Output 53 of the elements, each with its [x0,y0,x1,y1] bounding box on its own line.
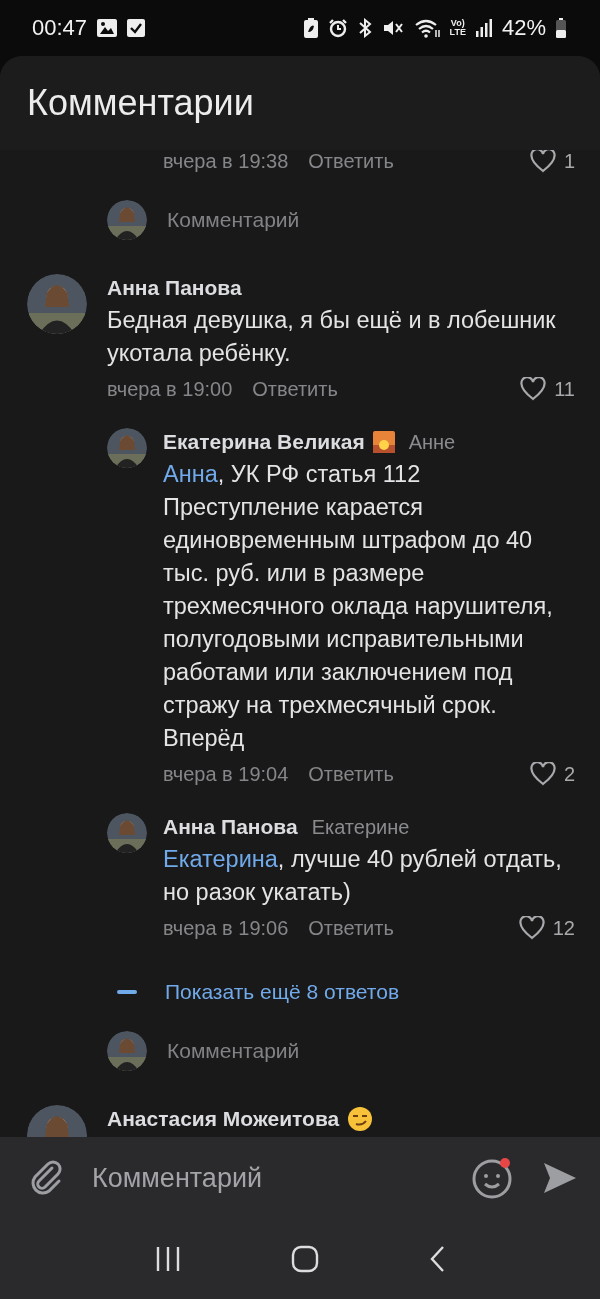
battery-saver-icon [303,18,318,38]
heart-icon[interactable] [529,762,556,786]
comment-field[interactable]: Комментарий [167,1039,300,1063]
volte-label: Vo) [450,19,465,28]
show-more-replies-button[interactable]: Показать ещё 8 ответов [117,975,575,1009]
like-count: 2 [563,762,575,786]
heart-icon[interactable] [529,150,556,173]
author-name[interactable]: Анна Панова [163,815,298,839]
comment-text: Бедная девушка, я бы ещё и в лобешник укотала ребёнку. [107,306,557,368]
wifi-icon [413,18,440,38]
clock: 00:47 [32,15,88,41]
dash-icon [117,990,137,994]
recent-apps-icon[interactable] [155,1246,181,1272]
author-name[interactable]: Анна Панова [107,276,242,300]
mention-link[interactable]: Екатерина [163,846,278,872]
reply-link[interactable]: Ответить [252,377,338,401]
reply-link[interactable]: Ответить [308,762,394,786]
mention-link[interactable]: Анна [163,461,218,487]
heart-icon[interactable] [520,377,547,401]
checkbox-icon [127,19,146,37]
page-title: Комментарии [27,82,254,124]
mute-icon [381,18,404,38]
comment-text: Анна, УК РФ статья 112 Преступление карается единовременным штрафом до 40 тыс. руб. или в размере трехмесячного оклада нарушителя, полугодовыми исправительными работами или заключением под стражу на трехмесячный срок. Вперёд [163,460,554,753]
sunset-icon [372,431,395,453]
comment-time: вчера в 19:00 [107,377,233,401]
smirk-face-icon [347,1106,374,1132]
like-count: 11 [554,377,575,401]
heart-icon[interactable] [518,916,545,940]
reply-addressee: Екатерине [311,815,410,839]
comment-time: вчера в 19:06 [163,916,289,940]
like-count: 12 [552,916,575,940]
image-icon [97,19,118,37]
send-icon[interactable] [542,1161,578,1195]
comment-text: Екатерина, лучше 40 рублей отдать, но разок укатать) [163,845,563,907]
emoji-icon[interactable] [472,1157,514,1199]
alarm-icon [327,18,348,38]
home-icon[interactable] [291,1245,319,1273]
comment-time: вчера в 19:04 [163,762,289,786]
lte-label: LTE [449,28,466,37]
battery-icon [556,18,566,38]
bluetooth-icon [357,18,372,38]
reply-link[interactable]: Ответить [308,916,394,940]
author-name[interactable]: Анастасия Можеитова [107,1107,340,1131]
author-name[interactable]: Екатерина Великая [163,430,365,454]
battery-percent: 42% [501,15,546,41]
comment-field[interactable]: Комментарий [167,208,300,232]
like-count: 1 [563,150,575,173]
comment-time: вчера в 19:38 [163,150,289,173]
reply-link[interactable]: Ответить [308,150,394,173]
back-icon[interactable] [429,1245,445,1273]
paperclip-icon[interactable] [30,1160,64,1196]
reply-addressee: Анне [408,430,456,454]
signal-icon [475,19,492,37]
